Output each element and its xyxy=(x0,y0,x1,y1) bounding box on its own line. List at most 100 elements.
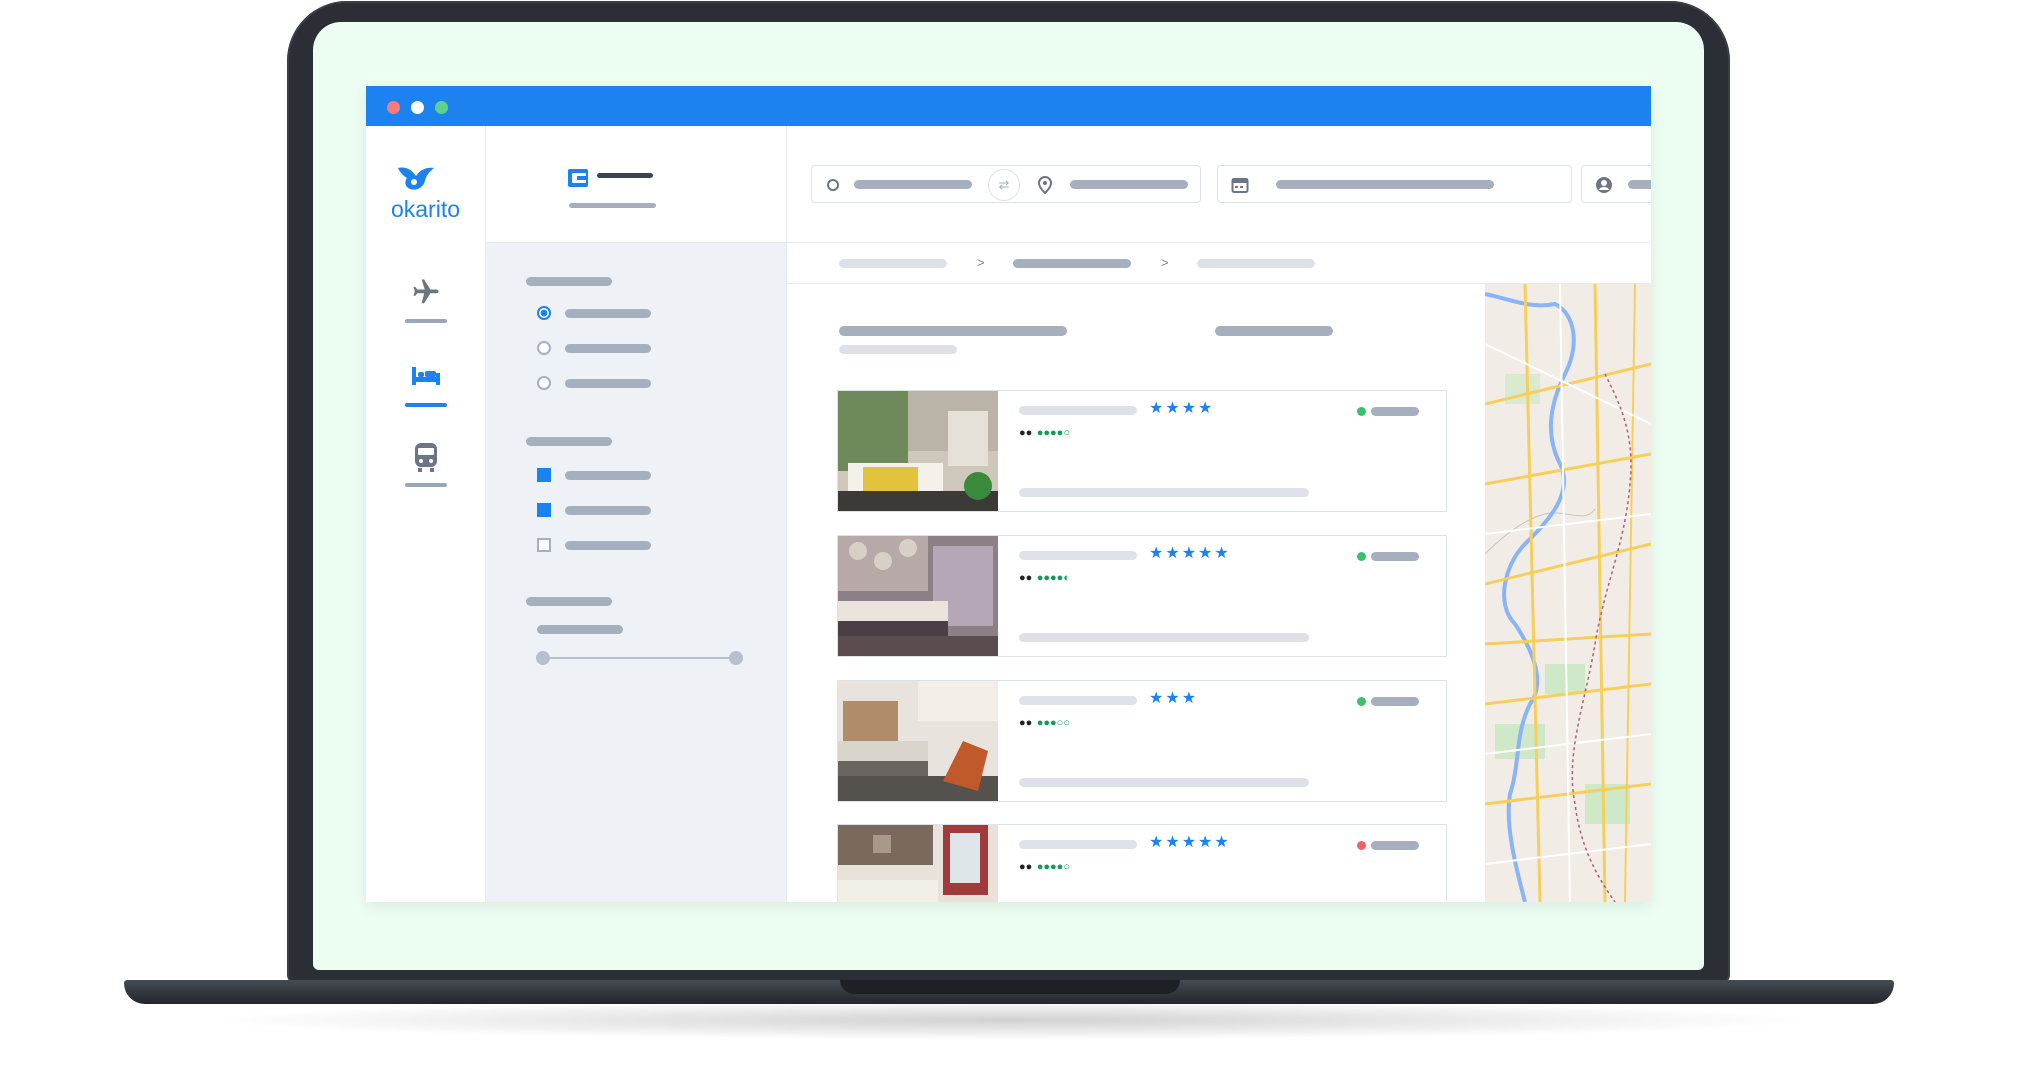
hotel-price xyxy=(1371,407,1419,416)
price-slider-track[interactable] xyxy=(543,657,735,659)
filter-radio-3[interactable] xyxy=(537,376,551,390)
rating-dots: ●●●●◐ xyxy=(1036,572,1070,584)
breadcrumb-separator: > xyxy=(977,255,985,270)
availability-status-dot xyxy=(1357,841,1366,850)
laptop-shadow xyxy=(200,1000,1820,1040)
breadcrumb-separator: > xyxy=(1161,255,1169,270)
tripadvisor-rating: ●● ●●●○○ xyxy=(1019,713,1070,731)
window-minimize-dot[interactable] xyxy=(411,101,424,114)
price-slider-min-handle[interactable] xyxy=(536,651,550,665)
hotel-card[interactable]: ★★★★★ ●● ●●●●◐ xyxy=(837,535,1447,657)
filter-radio-1[interactable] xyxy=(537,306,551,320)
tripadvisor-owl-icon: ●● xyxy=(1019,861,1033,873)
location-pin-icon xyxy=(1038,176,1052,194)
swap-icon[interactable]: ⇄ xyxy=(988,169,1020,201)
route-field[interactable]: ⇄ xyxy=(811,165,1201,203)
filter-section-heading xyxy=(526,277,612,286)
wallet-icon xyxy=(568,169,588,187)
price-slider-max-handle[interactable] xyxy=(729,651,743,665)
app-window: okarito ⇄ > > ★★★★ ●● ●●●●○ ★★★★★ ●● ●●●… xyxy=(366,86,1651,902)
window-maximize-dot[interactable] xyxy=(435,101,448,114)
filter-radio-2[interactable] xyxy=(537,341,551,355)
filter-header-title xyxy=(597,173,653,178)
breadcrumb-item-3 xyxy=(1197,259,1315,268)
tripadvisor-owl-icon: ●● xyxy=(1019,427,1033,439)
bed-icon xyxy=(412,367,440,385)
filter-checkbox-2[interactable] xyxy=(537,503,551,517)
filter-radio-label xyxy=(565,344,651,353)
hotel-price xyxy=(1371,841,1419,850)
price-range-value xyxy=(537,625,623,634)
breadcrumb-item-2[interactable] xyxy=(1013,259,1131,268)
hotel-description xyxy=(1019,633,1309,642)
rating-dots: ●●●●○ xyxy=(1036,427,1070,439)
origin-input[interactable] xyxy=(854,180,972,189)
travelers-field[interactable] xyxy=(1581,165,1651,203)
hotel-photo xyxy=(838,536,998,656)
hotel-price xyxy=(1371,697,1419,706)
filter-checkbox-3[interactable] xyxy=(537,538,551,552)
map-canvas xyxy=(1485,284,1651,902)
availability-status-dot xyxy=(1357,407,1366,416)
hotel-photo xyxy=(838,391,998,511)
hotel-card[interactable]: ★★★★★ ●● ●●●●○ xyxy=(837,824,1447,902)
laptop-notch xyxy=(840,980,1180,994)
window-titlebar xyxy=(366,86,1651,126)
hotel-name xyxy=(1019,696,1137,705)
nav-trains[interactable] xyxy=(384,435,468,495)
origin-circle-icon xyxy=(827,179,839,191)
hotel-name xyxy=(1019,840,1137,849)
nav-hotels-label xyxy=(405,403,447,407)
hotel-card[interactable]: ★★★ ●● ●●●○○ xyxy=(837,680,1447,802)
travelers-input[interactable] xyxy=(1628,180,1651,189)
availability-status-dot xyxy=(1357,697,1366,706)
filter-section-heading xyxy=(526,597,612,606)
hotel-photo xyxy=(838,825,998,902)
rating-dots: ●●●●○ xyxy=(1036,861,1070,873)
hotel-price xyxy=(1371,552,1419,561)
results-map[interactable] xyxy=(1485,284,1651,902)
window-close-dot[interactable] xyxy=(387,101,400,114)
filter-checkbox-label xyxy=(565,541,651,550)
brand-name[interactable]: okarito xyxy=(366,196,485,223)
tripadvisor-rating: ●● ●●●●○ xyxy=(1019,423,1070,441)
hotel-photo xyxy=(838,681,998,801)
search-bar: ⇄ xyxy=(787,126,1651,243)
filter-header-subtitle[interactable] xyxy=(569,203,656,208)
date-field[interactable] xyxy=(1217,165,1572,203)
filter-checkbox-label xyxy=(565,471,651,480)
hotel-stars: ★★★★★ xyxy=(1149,545,1231,562)
nav-flights-label xyxy=(405,319,447,323)
availability-status-dot xyxy=(1357,552,1366,561)
hotel-name xyxy=(1019,406,1137,415)
hotel-card[interactable]: ★★★★ ●● ●●●●○ xyxy=(837,390,1447,512)
hotel-name xyxy=(1019,551,1137,560)
results-title xyxy=(839,326,1067,336)
nav-hotels[interactable] xyxy=(384,355,468,415)
nav-flights[interactable] xyxy=(384,271,468,331)
hotel-stars: ★★★★ xyxy=(1149,400,1215,417)
breadcrumb: > > xyxy=(787,243,1651,284)
sort-control[interactable] xyxy=(1215,326,1333,336)
nav-trains-label xyxy=(405,483,447,487)
filter-checkbox-label xyxy=(565,506,651,515)
user-icon xyxy=(1596,177,1612,193)
destination-input[interactable] xyxy=(1070,180,1188,189)
train-icon xyxy=(415,443,437,472)
date-input[interactable] xyxy=(1276,180,1494,189)
filter-radio-label xyxy=(565,379,651,388)
filter-checkbox-1[interactable] xyxy=(537,468,551,482)
hotel-description xyxy=(1019,488,1309,497)
filter-radio-label xyxy=(565,309,651,318)
airplane-icon xyxy=(413,279,439,304)
tripadvisor-rating: ●● ●●●●○ xyxy=(1019,857,1070,875)
tripadvisor-owl-icon: ●● xyxy=(1019,572,1033,584)
breadcrumb-item-1[interactable] xyxy=(839,259,947,268)
rating-dots: ●●●○○ xyxy=(1036,717,1070,729)
filter-panel xyxy=(486,243,787,902)
bird-logo-icon xyxy=(398,167,434,190)
calendar-icon xyxy=(1231,178,1249,193)
hotel-stars: ★★★ xyxy=(1149,690,1199,707)
results-list: ★★★★ ●● ●●●●○ ★★★★★ ●● ●●●●◐ ★★★ ●● ●●●○… xyxy=(787,284,1485,902)
hotel-description xyxy=(1019,778,1309,787)
